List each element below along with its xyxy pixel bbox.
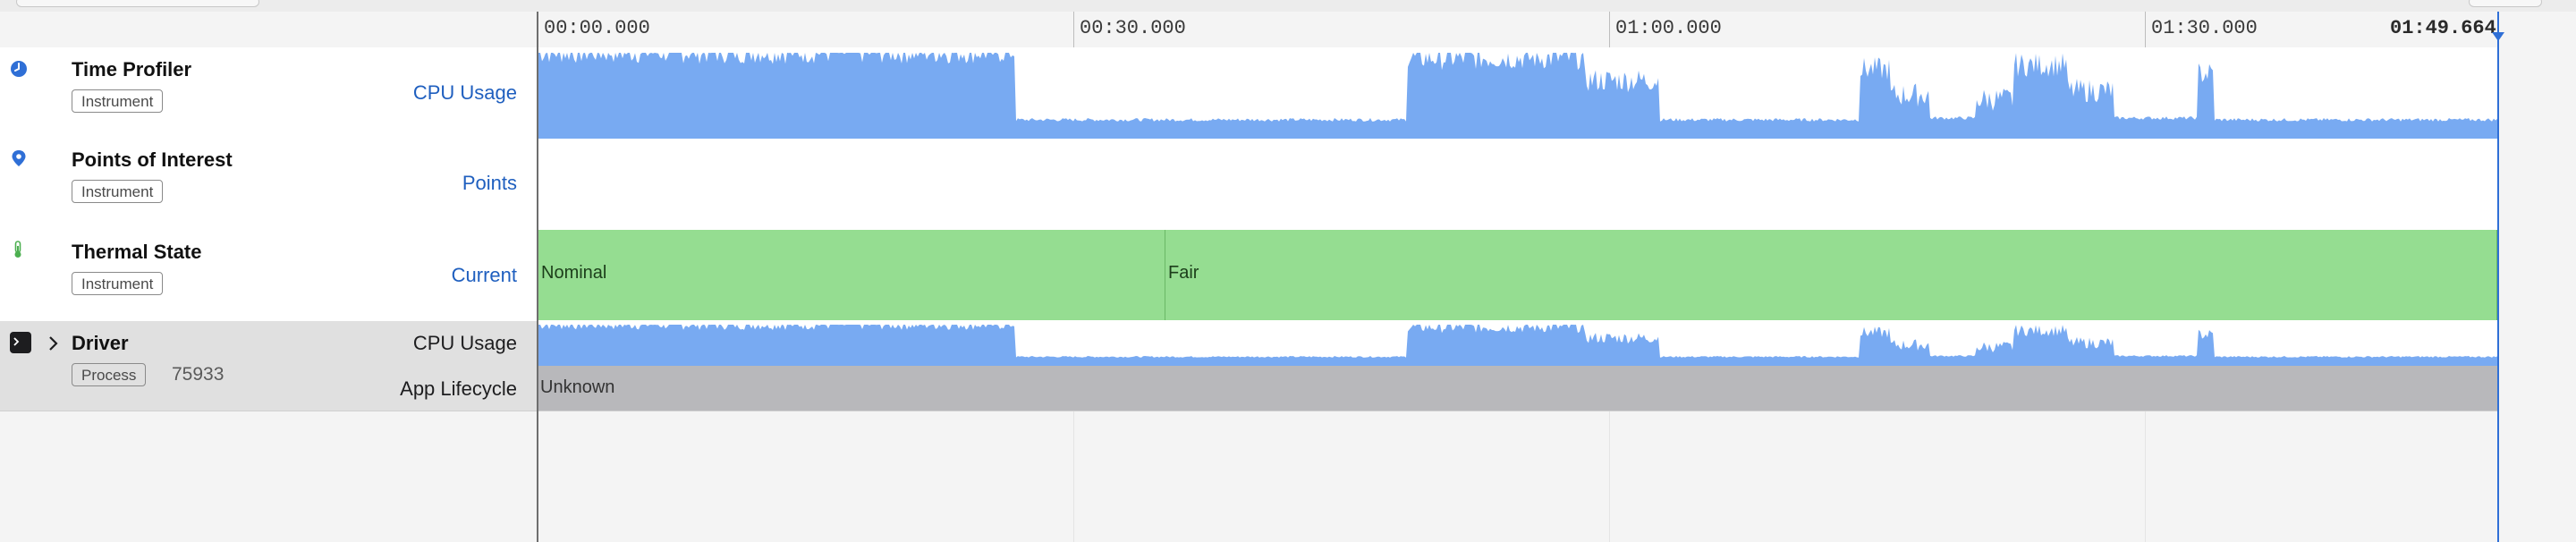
ruler-tick-label: 00:30.000 bbox=[1080, 17, 1186, 39]
ruler-tick-label: 01:00.000 bbox=[1615, 17, 1722, 39]
ruler-mark bbox=[2145, 12, 2146, 47]
track-title: Thermal State bbox=[72, 241, 202, 263]
app-lifecycle-state: Unknown bbox=[540, 377, 615, 397]
clock-icon bbox=[11, 61, 27, 77]
track-header: Points of Interest Instrument Points bbox=[0, 139, 537, 230]
track-type-badge: Instrument bbox=[72, 180, 164, 203]
track-header: Driver Process 75933 CPU Usage App Lifec… bbox=[0, 321, 537, 411]
track-header: Thermal State Instrument Current bbox=[0, 230, 537, 321]
map-pin-icon bbox=[12, 150, 26, 166]
toolbar-control-right[interactable] bbox=[2469, 0, 2542, 7]
process-metric-cpu[interactable]: CPU Usage bbox=[413, 332, 517, 355]
thermal-segment-nominal[interactable]: Nominal bbox=[538, 230, 1165, 320]
cpu-usage-area bbox=[538, 53, 2497, 139]
track-row-driver[interactable]: Driver Process 75933 CPU Usage App Lifec… bbox=[0, 321, 2576, 411]
thermal-segment-label: Nominal bbox=[541, 263, 607, 283]
cpu-usage-area bbox=[538, 325, 2497, 366]
track-type-badge: Instrument bbox=[72, 272, 164, 295]
process-type-badge: Process bbox=[72, 363, 147, 386]
track-title: Points of Interest bbox=[72, 148, 233, 171]
playhead-marker-icon[interactable] bbox=[2492, 32, 2504, 41]
track-row-points-of-interest[interactable]: Points of Interest Instrument Points bbox=[0, 139, 2576, 231]
cpu-usage-graph bbox=[538, 53, 2497, 139]
thermal-segment-label: Fair bbox=[1168, 263, 1199, 283]
time-ruler[interactable]: 00:00.000 00:30.000 01:00.000 01:30.000 … bbox=[538, 12, 2576, 48]
ruler-tick-label: 01:30.000 bbox=[2151, 17, 2258, 39]
process-title: Driver bbox=[72, 332, 129, 354]
ruler-tick-label: 00:00.000 bbox=[544, 17, 650, 39]
track-metric-label[interactable]: Points bbox=[462, 172, 517, 195]
process-cpu-lane[interactable] bbox=[538, 321, 2497, 366]
toolbar-control[interactable] bbox=[16, 0, 259, 7]
playhead-line[interactable] bbox=[2497, 12, 2499, 542]
thermal-lane[interactable]: Nominal Fair bbox=[538, 230, 2497, 320]
unrecorded-area bbox=[2497, 47, 2576, 542]
window-toolbar-edge bbox=[0, 0, 2576, 13]
thermometer-icon bbox=[14, 241, 21, 258]
ruler-mark bbox=[1609, 12, 1610, 47]
track-list-header bbox=[0, 12, 537, 48]
track-header: Time Profiler Instrument CPU Usage bbox=[0, 47, 537, 139]
chevron-right-icon[interactable] bbox=[47, 335, 59, 351]
track-metric-label[interactable]: CPU Usage bbox=[413, 81, 517, 105]
process-pid: 75933 bbox=[172, 364, 225, 385]
app-lifecycle-lane[interactable]: Unknown bbox=[538, 366, 2497, 411]
points-lane[interactable] bbox=[538, 139, 2497, 230]
terminal-icon bbox=[10, 332, 31, 353]
track-row-thermal-state[interactable]: Thermal State Instrument Current Nominal… bbox=[0, 230, 2576, 322]
thermal-segment-fair[interactable]: Fair bbox=[1165, 230, 2497, 320]
process-metric-lifecycle[interactable]: App Lifecycle bbox=[400, 377, 517, 401]
ruler-mark bbox=[1073, 12, 1074, 47]
ruler-end-time: 01:49.664 bbox=[2390, 17, 2496, 39]
track-header-divider[interactable] bbox=[537, 12, 538, 542]
cpu-usage-lane[interactable] bbox=[538, 49, 2497, 139]
track-metric-label[interactable]: Current bbox=[452, 264, 517, 287]
process-cpu-graph bbox=[538, 325, 2497, 366]
track-title: Time Profiler bbox=[72, 58, 192, 80]
track-row-time-profiler[interactable]: Time Profiler Instrument CPU Usage bbox=[0, 47, 2576, 140]
track-type-badge: Instrument bbox=[72, 89, 164, 113]
